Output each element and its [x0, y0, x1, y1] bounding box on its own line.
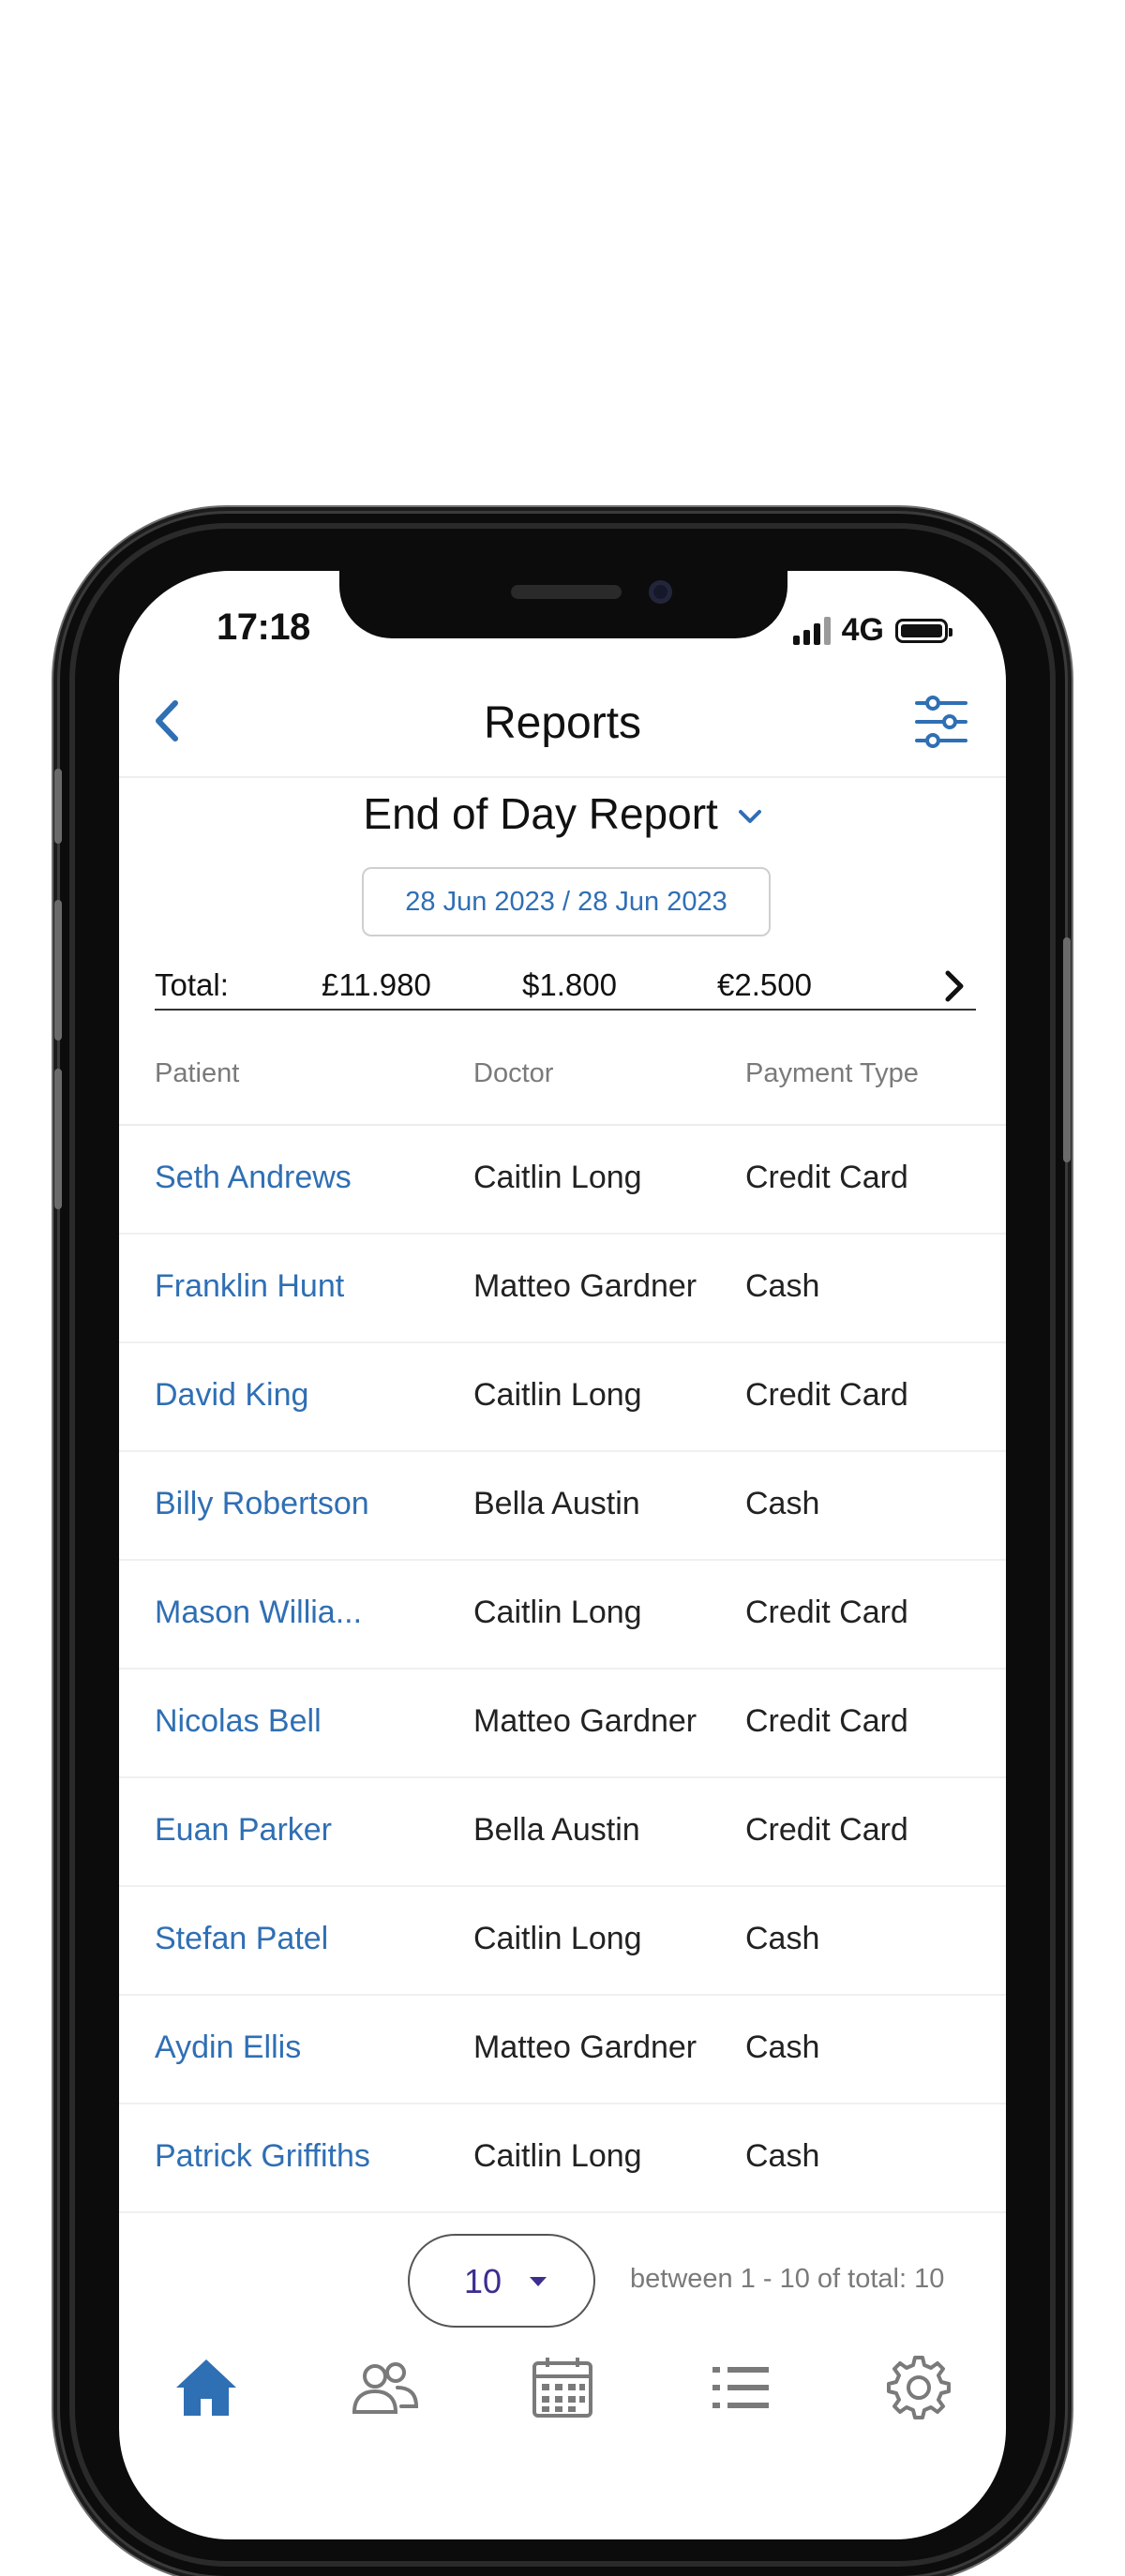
table-row[interactable]: Franklin Hunt Matteo Gardner Cash — [119, 1235, 1006, 1343]
doctor-cell: Caitlin Long — [473, 1377, 642, 1413]
doctor-cell: Caitlin Long — [473, 1595, 642, 1630]
page-size-value: 10 — [464, 2262, 502, 2300]
phone-side-button — [54, 900, 62, 1041]
doctor-cell: Matteo Gardner — [473, 1268, 698, 1304]
page-title: Reports — [483, 698, 642, 748]
phone-side-button — [54, 769, 62, 844]
totals-row: Total: £11.980 $1.800 €2.500 — [155, 960, 976, 1011]
payment-type-cell: Credit Card — [745, 1160, 908, 1195]
payment-type-cell: Cash — [745, 1268, 820, 1304]
doctor-cell: Caitlin Long — [473, 1160, 642, 1195]
status-time: 17:18 — [217, 607, 310, 648]
table-row[interactable]: Seth Andrews Caitlin Long Credit Card — [119, 1126, 1006, 1235]
table-row[interactable]: David King Caitlin Long Credit Card — [119, 1343, 1006, 1452]
sliders-icon — [915, 696, 968, 748]
patients-icon — [352, 2362, 419, 2414]
signal-icon — [792, 616, 831, 645]
table-row[interactable]: Mason Willia... Caitlin Long Credit Card — [119, 1561, 1006, 1670]
chevron-down-icon — [738, 809, 761, 823]
status-indicators: 4G — [792, 612, 952, 649]
phone-side-button — [54, 1069, 62, 1209]
report-type-label: End of Day Report — [363, 789, 718, 838]
patient-link[interactable]: Stefan Patel — [155, 1921, 328, 1957]
table-row[interactable]: Euan Parker Bella Austin Credit Card — [119, 1778, 1006, 1887]
table-row[interactable]: Patrick Griffiths Caitlin Long Cash — [119, 2104, 1006, 2213]
settings-icon — [887, 2356, 951, 2419]
payment-type-cell: Cash — [745, 1921, 820, 1956]
total-eur: €2.500 — [717, 967, 812, 1002]
tab-list[interactable] — [705, 2352, 776, 2423]
pagination-info: between 1 - 10 of total: 10 — [630, 2264, 945, 2294]
tab-patients[interactable] — [349, 2352, 420, 2423]
chevron-right-icon — [945, 970, 964, 1002]
filter-button[interactable] — [914, 696, 968, 748]
table-row[interactable]: Stefan Patel Caitlin Long Cash — [119, 1887, 1006, 1996]
tab-home[interactable] — [171, 2352, 242, 2423]
column-header-doctor: Doctor — [473, 1058, 554, 1088]
notch — [339, 571, 788, 638]
doctor-cell: Caitlin Long — [473, 1921, 642, 1956]
payment-type-cell: Credit Card — [745, 1812, 908, 1848]
doctor-cell: Bella Austin — [473, 1486, 640, 1521]
page-size-select[interactable]: 10 — [408, 2234, 595, 2328]
doctor-cell: Matteo Gardner — [473, 2029, 698, 2065]
speaker — [511, 585, 622, 599]
totals-label: Total: — [155, 967, 229, 1002]
network-type: 4G — [841, 612, 884, 648]
patient-link[interactable]: Aydin Ellis — [155, 2029, 301, 2066]
payment-type-cell: Credit Card — [745, 1595, 908, 1630]
list-icon — [712, 2367, 769, 2408]
payment-type-cell: Credit Card — [745, 1703, 908, 1739]
report-type-dropdown[interactable]: End of Day Report — [119, 788, 1006, 839]
doctor-cell: Caitlin Long — [473, 2138, 642, 2174]
navigation-bar: Reports — [119, 669, 1006, 778]
phone-side-button — [1063, 937, 1071, 1162]
total-usd: $1.800 — [522, 967, 617, 1002]
report-table: Seth Andrews Caitlin Long Credit Card Fr… — [119, 1126, 1006, 2213]
patient-link[interactable]: David King — [155, 1377, 308, 1414]
payment-type-cell: Cash — [745, 1486, 820, 1521]
doctor-cell: Bella Austin — [473, 1812, 640, 1848]
table-row[interactable]: Nicolas Bell Matteo Gardner Credit Card — [119, 1670, 1006, 1778]
tab-settings[interactable] — [883, 2352, 954, 2423]
payment-type-cell: Credit Card — [745, 1377, 908, 1413]
patient-link[interactable]: Seth Andrews — [155, 1160, 352, 1196]
patient-link[interactable]: Nicolas Bell — [155, 1703, 322, 1740]
column-header-patient: Patient — [155, 1058, 240, 1088]
column-header-payment-type: Payment Type — [745, 1058, 919, 1088]
battery-icon — [895, 618, 952, 643]
caret-down-icon — [530, 2277, 547, 2286]
patient-link[interactable]: Billy Robertson — [155, 1486, 369, 1522]
patient-link[interactable]: Euan Parker — [155, 1812, 332, 1849]
table-row[interactable]: Billy Robertson Bella Austin Cash — [119, 1452, 1006, 1561]
home-icon — [176, 2359, 236, 2416]
calendar-icon — [532, 2358, 592, 2418]
patient-link[interactable]: Patrick Griffiths — [155, 2138, 370, 2175]
tab-calendar[interactable] — [527, 2352, 598, 2423]
patient-link[interactable]: Franklin Hunt — [155, 1268, 344, 1305]
table-row[interactable]: Aydin Ellis Matteo Gardner Cash — [119, 1996, 1006, 2104]
payment-type-cell: Cash — [745, 2138, 820, 2174]
camera — [649, 580, 672, 604]
payment-type-cell: Cash — [745, 2029, 820, 2065]
phone-screen: 17:18 4G Reports End of Day Report 28 Ju… — [119, 571, 1006, 2539]
patient-link[interactable]: Mason Willia... — [155, 1595, 362, 1631]
date-range-button[interactable]: 28 Jun 2023 / 28 Jun 2023 — [362, 867, 771, 936]
total-gbp: £11.980 — [322, 967, 431, 1002]
doctor-cell: Matteo Gardner — [473, 1703, 698, 1739]
totals-next-button[interactable] — [940, 967, 968, 1005]
tab-bar — [119, 2352, 1006, 2539]
